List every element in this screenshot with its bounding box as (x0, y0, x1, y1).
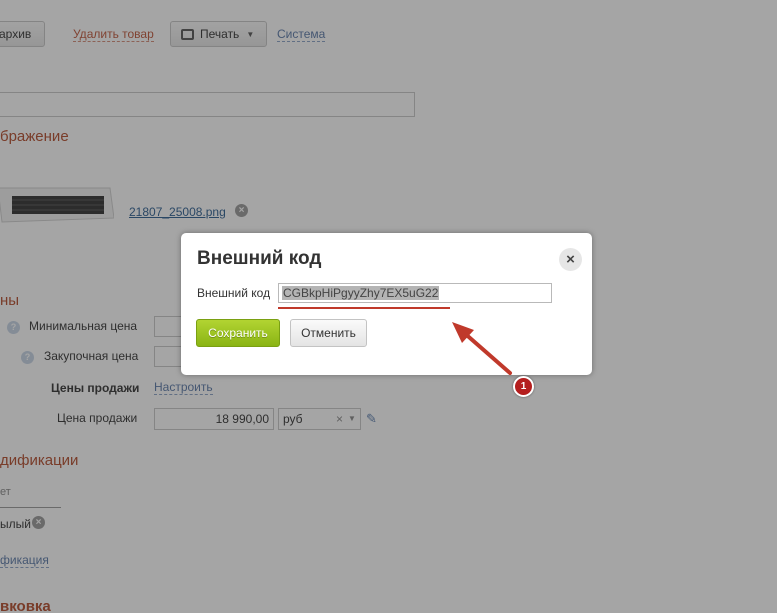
annotation-badge: 1 (513, 376, 534, 397)
annotation-arrow (452, 322, 512, 375)
